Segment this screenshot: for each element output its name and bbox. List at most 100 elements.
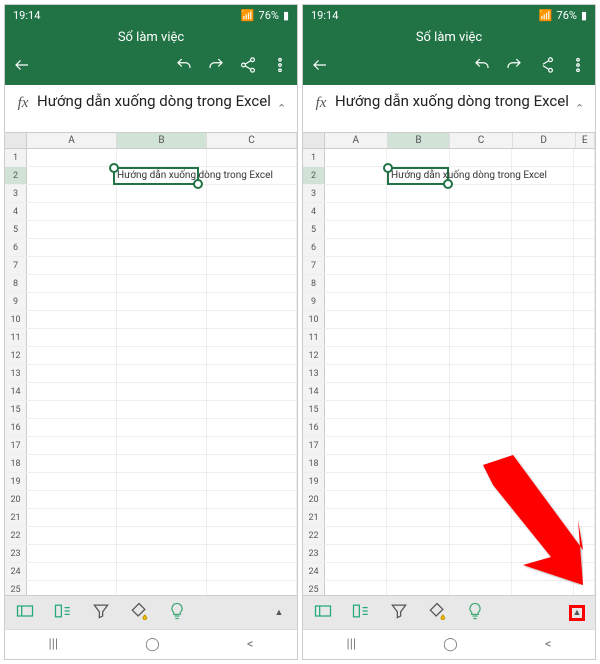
nav-recent-icon[interactable]: ||| [49, 637, 59, 652]
cell[interactable] [387, 563, 449, 580]
row-header[interactable]: 17 [303, 437, 325, 454]
idea-icon[interactable] [465, 601, 485, 625]
row-header[interactable]: 1 [5, 149, 27, 166]
row-header[interactable]: 7 [5, 257, 27, 274]
cell[interactable] [512, 455, 574, 472]
cell[interactable] [325, 437, 387, 454]
cell[interactable] [387, 149, 449, 166]
row-header[interactable]: 7 [303, 257, 325, 274]
cell[interactable] [117, 491, 207, 508]
cell[interactable] [450, 401, 512, 418]
cell[interactable] [325, 527, 387, 544]
cell[interactable] [27, 221, 117, 238]
cell[interactable] [207, 167, 297, 184]
cell[interactable] [27, 581, 117, 595]
cell[interactable] [387, 527, 449, 544]
cell[interactable] [450, 455, 512, 472]
cell[interactable] [27, 491, 117, 508]
cell[interactable] [207, 257, 297, 274]
cell[interactable] [117, 581, 207, 595]
col-header-a[interactable]: A [325, 133, 388, 148]
cell[interactable] [574, 257, 595, 274]
col-header-c[interactable]: C [450, 133, 513, 148]
cell[interactable] [574, 563, 595, 580]
cell[interactable] [207, 383, 297, 400]
cell[interactable] [450, 437, 512, 454]
cell[interactable] [325, 509, 387, 526]
cell[interactable] [27, 527, 117, 544]
cell[interactable] [450, 527, 512, 544]
cell[interactable] [512, 365, 574, 382]
cell[interactable] [574, 509, 595, 526]
filter-icon[interactable] [389, 601, 409, 625]
row-header[interactable]: 3 [5, 185, 27, 202]
row-header[interactable]: 2 [5, 167, 27, 184]
row-header[interactable]: 24 [5, 563, 27, 580]
nav-home-icon[interactable]: ◯ [443, 637, 458, 652]
cell[interactable] [117, 509, 207, 526]
cell[interactable] [27, 365, 117, 382]
share-icon[interactable] [537, 56, 555, 78]
cell[interactable] [574, 383, 595, 400]
cell[interactable] [27, 203, 117, 220]
cell[interactable] [574, 437, 595, 454]
formula-text[interactable]: Hướng dẫn xuống dòng trong Excel [335, 89, 575, 112]
cell[interactable] [117, 473, 207, 490]
row-header[interactable]: 8 [303, 275, 325, 292]
cell[interactable] [450, 239, 512, 256]
cell[interactable] [512, 545, 574, 562]
cell[interactable] [207, 563, 297, 580]
col-header-c[interactable]: C [207, 133, 297, 148]
cell[interactable] [387, 419, 449, 436]
row-header[interactable]: 4 [5, 203, 27, 220]
cell[interactable] [325, 563, 387, 580]
row-header[interactable]: 6 [303, 239, 325, 256]
row-header[interactable]: 13 [303, 365, 325, 382]
cell[interactable] [574, 419, 595, 436]
cell[interactable] [325, 419, 387, 436]
cell[interactable] [450, 347, 512, 364]
cell[interactable] [450, 383, 512, 400]
formula-bar[interactable]: fx Hướng dẫn xuống dòng trong Excel ⌃ [303, 85, 595, 133]
fill-color-icon[interactable] [427, 601, 447, 625]
cell[interactable] [574, 329, 595, 346]
row-header[interactable]: 16 [303, 419, 325, 436]
back-icon[interactable] [311, 56, 329, 78]
cell[interactable] [27, 347, 117, 364]
cell[interactable] [207, 293, 297, 310]
row-header[interactable]: 17 [5, 437, 27, 454]
col-header-b[interactable]: B [388, 133, 451, 148]
row-header[interactable]: 4 [303, 203, 325, 220]
cell[interactable] [207, 419, 297, 436]
cell[interactable] [207, 275, 297, 292]
cell[interactable] [325, 581, 387, 595]
cell[interactable] [512, 347, 574, 364]
cell[interactable] [117, 365, 207, 382]
cell[interactable] [207, 221, 297, 238]
cell[interactable] [207, 347, 297, 364]
fill-color-icon[interactable] [129, 601, 149, 625]
cell[interactable] [574, 347, 595, 364]
row-header[interactable]: 20 [303, 491, 325, 508]
sort-icon[interactable] [351, 601, 371, 625]
cell[interactable] [387, 509, 449, 526]
cell[interactable] [325, 257, 387, 274]
cell[interactable] [574, 167, 595, 184]
cell[interactable] [512, 527, 574, 544]
row-header[interactable]: 12 [303, 347, 325, 364]
cell[interactable] [387, 257, 449, 274]
cell[interactable] [27, 257, 117, 274]
cell[interactable] [574, 401, 595, 418]
cell[interactable] [387, 455, 449, 472]
cell[interactable] [450, 491, 512, 508]
undo-icon[interactable] [473, 56, 491, 78]
cell[interactable] [512, 203, 574, 220]
cell[interactable] [325, 167, 387, 184]
cell[interactable] [117, 329, 207, 346]
cell[interactable] [450, 473, 512, 490]
cell[interactable] [207, 203, 297, 220]
cell[interactable] [387, 545, 449, 562]
sort-icon[interactable] [53, 601, 73, 625]
cell[interactable] [325, 455, 387, 472]
cell[interactable] [117, 455, 207, 472]
